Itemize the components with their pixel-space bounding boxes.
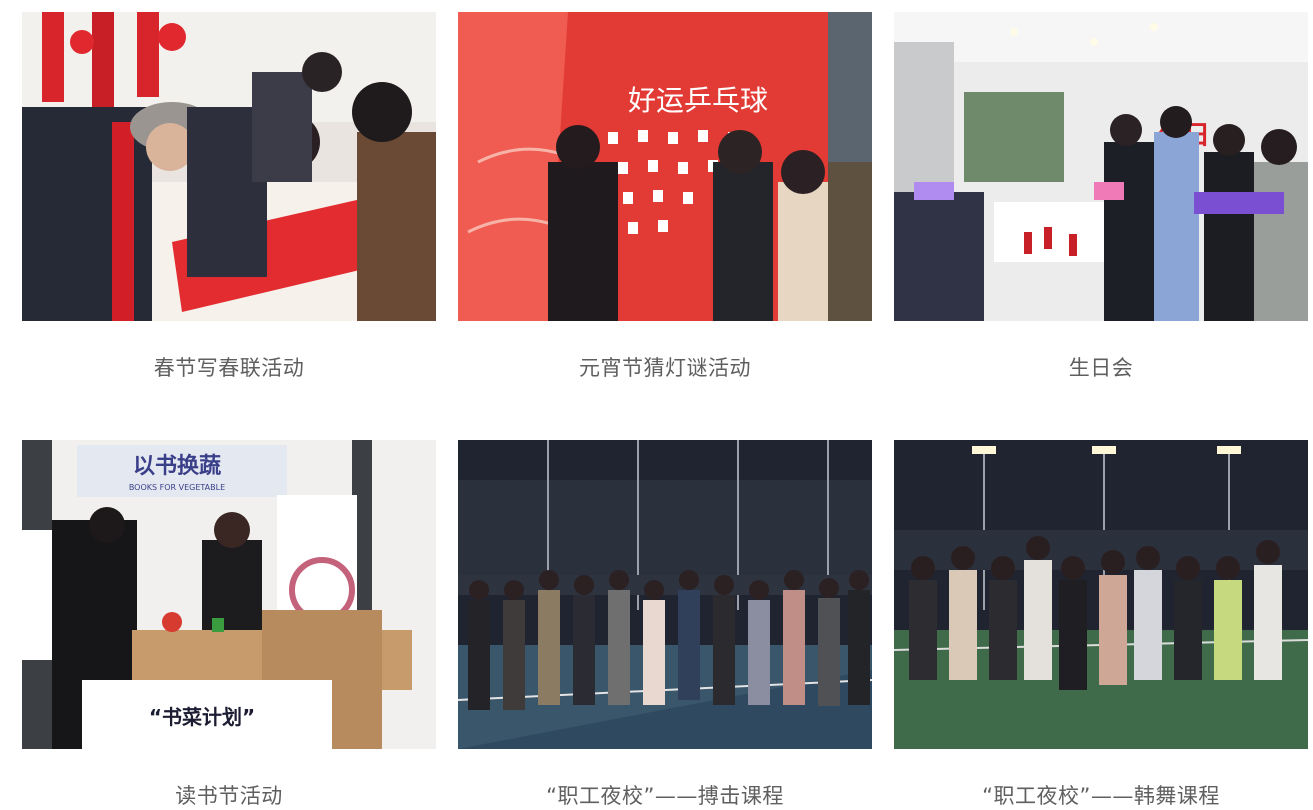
reading-festival-photo-art: 以书换蔬 BOOKS FOR VEGETABLE “书菜计划” <box>22 440 436 749</box>
birthday-photo-art: 生日 <box>894 12 1308 321</box>
spring-festival-photo-art <box>22 12 436 321</box>
kdance-class-photo[interactable] <box>894 440 1308 749</box>
reading-plan-text: “书菜计划” <box>149 705 255 729</box>
gallery-card-boxing-class[interactable]: “职工夜校”——搏击课程 <box>458 440 872 808</box>
reading-banner-title: 以书换蔬 <box>133 453 221 479</box>
lantern-festival-photo[interactable]: 好运乒乓球 <box>458 12 872 321</box>
lantern-wall-title: 好运乒乓球 <box>628 84 768 117</box>
kdance-class-photo-art <box>894 440 1308 749</box>
gallery-card-reading-festival[interactable]: 以书换蔬 BOOKS FOR VEGETABLE “书菜计划” 读书节活动 <box>22 440 436 808</box>
caption-spring-festival: 春节写春联活动 <box>153 356 305 380</box>
gallery-card-birthday[interactable]: 生日 生日会 <box>894 12 1308 380</box>
caption-lantern-festival: 元宵节猜灯谜活动 <box>579 356 751 380</box>
gallery-card-kdance-class[interactable]: “职工夜校”——韩舞课程 <box>894 440 1308 808</box>
birthday-photo[interactable]: 生日 <box>894 12 1308 321</box>
activity-gallery: 春节写春联活动 好运乒乓球 元宵节猜灯谜活动 生日会 以书换蔬 BOOKS FO… <box>0 0 1313 808</box>
reading-festival-photo[interactable]: 以书换蔬 BOOKS FOR VEGETABLE “书菜计划” <box>22 440 436 749</box>
reading-banner-subtitle: BOOKS FOR VEGETABLE <box>129 483 225 492</box>
boxing-class-photo-art <box>458 440 872 749</box>
lantern-festival-photo-art: 好运乒乓球 <box>458 12 872 321</box>
gallery-card-lantern-festival[interactable]: 好运乒乓球 元宵节猜灯谜活动 <box>458 12 872 380</box>
caption-birthday: 生日会 <box>1068 356 1134 380</box>
boxing-class-photo[interactable] <box>458 440 872 749</box>
gallery-card-spring-festival[interactable]: 春节写春联活动 <box>22 12 436 380</box>
spring-festival-photo[interactable] <box>22 12 436 321</box>
